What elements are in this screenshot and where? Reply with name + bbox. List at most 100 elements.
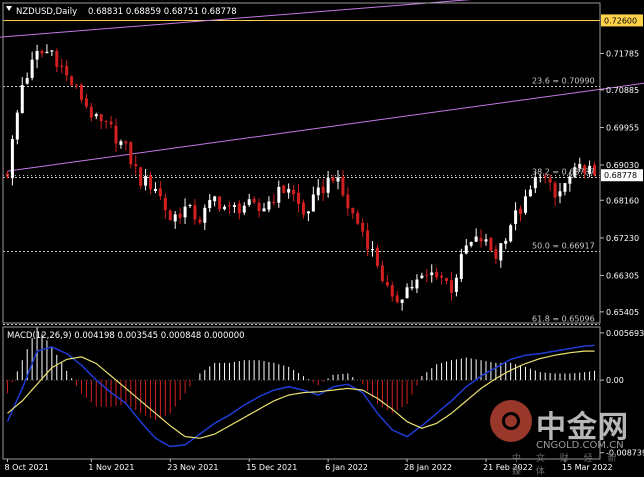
- candle-down[interactable]: [139, 167, 143, 186]
- candle-down[interactable]: [198, 219, 202, 223]
- candle-down[interactable]: [257, 202, 261, 212]
- candle-up[interactable]: [509, 225, 513, 242]
- candle-up[interactable]: [188, 205, 192, 207]
- candle-up[interactable]: [533, 177, 537, 189]
- candle-up[interactable]: [277, 186, 281, 203]
- candle-up[interactable]: [454, 277, 458, 292]
- candle-up[interactable]: [144, 176, 148, 186]
- candle-up[interactable]: [306, 211, 310, 214]
- candle-up[interactable]: [523, 196, 527, 213]
- candle-up[interactable]: [459, 254, 463, 279]
- candle-up[interactable]: [568, 176, 572, 184]
- candle-up[interactable]: [558, 191, 562, 197]
- candle-up[interactable]: [430, 272, 434, 276]
- candle-up[interactable]: [415, 279, 419, 289]
- candle-down[interactable]: [301, 202, 305, 215]
- candle-down[interactable]: [227, 205, 231, 207]
- candle-up[interactable]: [232, 205, 236, 207]
- candle-down[interactable]: [124, 141, 128, 144]
- candle-down[interactable]: [99, 114, 103, 122]
- candle-down[interactable]: [65, 65, 69, 76]
- candle-up[interactable]: [45, 51, 49, 54]
- candle-up[interactable]: [25, 78, 29, 84]
- candle-down[interactable]: [435, 272, 439, 278]
- candle-down[interactable]: [218, 196, 222, 210]
- candle-up[interactable]: [400, 299, 404, 303]
- candle-down[interactable]: [149, 175, 153, 190]
- candle-down[interactable]: [440, 275, 444, 278]
- candle-down[interactable]: [158, 188, 162, 197]
- candle-down[interactable]: [297, 192, 301, 204]
- candle-up[interactable]: [208, 199, 212, 209]
- candle-up[interactable]: [213, 196, 217, 202]
- candle-down[interactable]: [346, 194, 350, 209]
- candle-down[interactable]: [494, 249, 498, 259]
- candle-down[interactable]: [89, 106, 93, 118]
- candle-down[interactable]: [193, 205, 197, 220]
- candle-up[interactable]: [183, 206, 187, 218]
- candle-down[interactable]: [178, 213, 182, 219]
- candle-down[interactable]: [104, 121, 108, 123]
- candle-down[interactable]: [341, 176, 345, 196]
- candle-down[interactable]: [553, 183, 557, 198]
- candle-down[interactable]: [548, 178, 552, 183]
- candle-down[interactable]: [361, 222, 365, 232]
- candle-up[interactable]: [15, 112, 19, 140]
- candle-up[interactable]: [474, 236, 478, 242]
- candle-up[interactable]: [119, 141, 123, 145]
- candle-down[interactable]: [40, 50, 44, 54]
- candle-up[interactable]: [464, 245, 468, 254]
- candle-down[interactable]: [272, 201, 276, 204]
- candle-down[interactable]: [75, 84, 79, 86]
- candle-up[interactable]: [153, 188, 157, 191]
- candle-down[interactable]: [519, 208, 523, 215]
- candle-up[interactable]: [267, 201, 271, 210]
- candle-up[interactable]: [326, 178, 330, 193]
- candle-up[interactable]: [203, 207, 207, 223]
- candle-up[interactable]: [35, 50, 39, 60]
- candle-up[interactable]: [247, 199, 251, 205]
- candle-up[interactable]: [223, 206, 227, 210]
- candle-down[interactable]: [351, 207, 355, 214]
- candle-down[interactable]: [385, 282, 389, 286]
- candle-up[interactable]: [371, 249, 375, 251]
- candle-down[interactable]: [331, 177, 335, 181]
- candle-down[interactable]: [395, 295, 399, 303]
- candle-down[interactable]: [163, 197, 167, 211]
- candle-up[interactable]: [316, 187, 320, 196]
- candle-up[interactable]: [50, 50, 54, 52]
- candle-up[interactable]: [420, 275, 424, 278]
- candle-down[interactable]: [134, 164, 138, 167]
- candle-up[interactable]: [10, 139, 14, 179]
- candle-up[interactable]: [538, 176, 542, 178]
- candle-up[interactable]: [311, 194, 315, 212]
- candle-down[interactable]: [425, 274, 429, 276]
- candle-down[interactable]: [282, 185, 286, 194]
- candle-up[interactable]: [173, 214, 177, 222]
- candle-down[interactable]: [55, 50, 59, 67]
- candle-down[interactable]: [390, 285, 394, 297]
- candle-down[interactable]: [449, 280, 453, 293]
- candle-up[interactable]: [469, 242, 473, 246]
- candle-up[interactable]: [287, 188, 291, 193]
- candle-down[interactable]: [168, 210, 172, 221]
- candle-down[interactable]: [84, 98, 88, 107]
- candle-up[interactable]: [499, 243, 503, 261]
- candle-down[interactable]: [60, 65, 64, 67]
- candle-down[interactable]: [321, 186, 325, 194]
- candle-down[interactable]: [479, 238, 483, 242]
- candle-down[interactable]: [356, 212, 360, 224]
- candle-down[interactable]: [109, 121, 113, 125]
- candle-down[interactable]: [252, 198, 256, 203]
- candle-up[interactable]: [405, 287, 409, 299]
- candle-up[interactable]: [410, 286, 414, 289]
- candle-down[interactable]: [375, 247, 379, 267]
- candle-down[interactable]: [292, 189, 296, 195]
- candle-up[interactable]: [242, 205, 246, 213]
- candle-up[interactable]: [30, 59, 34, 78]
- candle-up[interactable]: [514, 210, 518, 224]
- candle-up[interactable]: [528, 189, 532, 197]
- candle-up[interactable]: [484, 239, 488, 242]
- candle-down[interactable]: [445, 278, 449, 282]
- candle-down[interactable]: [366, 230, 370, 250]
